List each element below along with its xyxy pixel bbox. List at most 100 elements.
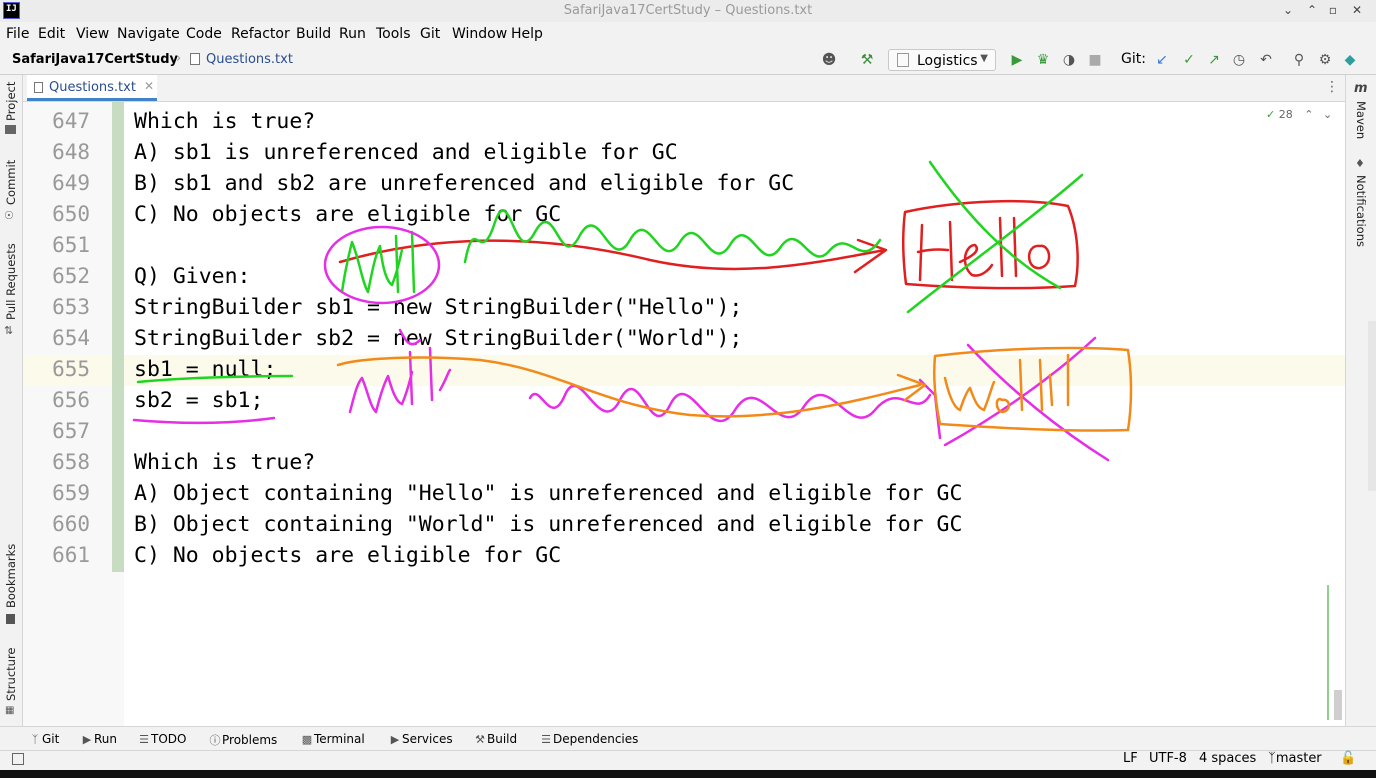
- search-icon[interactable]: ⚲: [1290, 51, 1308, 69]
- inspection-widget[interactable]: ✓ 28 ⌃ ⌄: [1266, 108, 1332, 121]
- bottom-tool-problems[interactable]: ⓘ Problems: [208, 732, 278, 748]
- bottom-tool-label: Services: [402, 732, 453, 746]
- services-icon: ▶: [390, 733, 400, 746]
- menu-edit[interactable]: Edit: [38, 26, 65, 42]
- typo-check-icon: ✓: [1266, 108, 1276, 121]
- line-number: 661: [52, 543, 90, 567]
- git-commit-icon[interactable]: ✓: [1180, 51, 1198, 69]
- code-line[interactable]: Q) Given:: [134, 264, 251, 289]
- bottom-tool-label: Dependencies: [553, 732, 639, 746]
- line-separator[interactable]: LF: [1123, 751, 1138, 766]
- indent-setting[interactable]: 4 spaces: [1199, 751, 1256, 766]
- scrollbar-thumb[interactable]: [1334, 690, 1342, 720]
- stop-icon[interactable]: ■: [1086, 51, 1104, 69]
- bottom-tool-dependencies[interactable]: ☰ Dependencies: [539, 732, 638, 746]
- inspection-count: 28: [1278, 108, 1293, 121]
- user-icon[interactable]: ☻: [820, 51, 838, 69]
- bottom-tool-label: Build: [487, 732, 518, 746]
- line-number: 655: [52, 357, 90, 381]
- git-push-icon[interactable]: ↗: [1205, 51, 1223, 69]
- git-icon: ᛉ: [31, 733, 39, 746]
- breadcrumb-file[interactable]: Questions.txt: [206, 52, 293, 67]
- bottom-tool-terminal[interactable]: ▩ Terminal: [300, 732, 365, 746]
- file-encoding[interactable]: UTF-8: [1149, 751, 1187, 766]
- menu-code[interactable]: Code: [186, 26, 222, 42]
- menu-navigate[interactable]: Navigate: [117, 26, 180, 42]
- code-line[interactable]: B) sb1 and sb2 are unreferenced and elig…: [134, 171, 794, 196]
- maximize-icon[interactable]: ▫: [1326, 3, 1340, 17]
- code-line[interactable]: A) sb1 is unreferenced and eligible for …: [134, 140, 678, 165]
- close-tab-icon[interactable]: ✕: [144, 79, 154, 93]
- menu-refactor[interactable]: Refactor: [231, 26, 290, 42]
- bottom-tool-run[interactable]: ▶ Run: [80, 732, 117, 746]
- code-line[interactable]: C) No objects are eligible for GC: [134, 543, 561, 568]
- more-options-icon[interactable]: ⋮: [1325, 79, 1339, 95]
- layout-toggle-icon[interactable]: [12, 753, 24, 765]
- code-line[interactable]: Which is true?: [134, 109, 315, 134]
- line-number: 660: [52, 512, 90, 536]
- right-tool-strip: m Maven ♦ Notifications: [1345, 75, 1376, 726]
- line-number: 654: [52, 326, 90, 350]
- restore-icon[interactable]: ⌃: [1305, 3, 1319, 17]
- rollback-icon[interactable]: ↶: [1257, 51, 1275, 69]
- navigation-bar: SafariJava17CertStudy › Questions.txt ☻ …: [0, 46, 1376, 75]
- bottom-tool-label: Problems: [222, 733, 278, 747]
- line-number: 659: [52, 481, 90, 505]
- chevron-up-icon[interactable]: ⌃: [1304, 108, 1313, 121]
- build-hammer-icon[interactable]: ⚒: [858, 51, 876, 69]
- code-line[interactable]: C) No objects are eligible for GC: [134, 202, 561, 227]
- todo-icon: ☰: [139, 733, 149, 746]
- text-file-icon: [34, 82, 43, 93]
- menu-file[interactable]: File: [6, 26, 29, 42]
- lock-icon[interactable]: 🔓: [1340, 751, 1356, 766]
- tool-tab-commit-label: Commit: [4, 159, 18, 205]
- code-line[interactable]: StringBuilder sb1 = new StringBuilder("H…: [134, 295, 742, 320]
- menu-window[interactable]: Window: [452, 26, 507, 42]
- line-number: 651: [52, 233, 90, 257]
- bottom-tool-services[interactable]: ▶ Services: [388, 732, 453, 746]
- minimize-icon[interactable]: ⌄: [1281, 3, 1295, 17]
- debug-icon[interactable]: ♛: [1034, 51, 1052, 69]
- git-update-icon[interactable]: ↙: [1153, 51, 1171, 69]
- run-icon: ▶: [82, 733, 92, 746]
- menu-view[interactable]: View: [76, 26, 109, 42]
- bottom-tool-git[interactable]: ᛉ Git: [28, 732, 60, 746]
- code-line[interactable]: A) Object containing "Hello" is unrefere…: [134, 481, 962, 506]
- line-number: 656: [52, 388, 90, 412]
- code-line[interactable]: sb2 = sb1;: [134, 388, 263, 413]
- code-line[interactable]: Which is true?: [134, 450, 315, 475]
- tool-tab-maven[interactable]: m Maven: [1346, 81, 1376, 141]
- title-bar: IJ SafariJava17CertStudy – Questions.txt…: [0, 0, 1376, 23]
- git-branch[interactable]: ᛉmaster: [1268, 751, 1322, 766]
- menu-git[interactable]: Git: [420, 26, 440, 42]
- dependencies-icon: ☰: [541, 733, 551, 746]
- code-line[interactable]: sb1 = null;: [134, 357, 276, 382]
- code-line[interactable]: B) Object containing "World" is unrefere…: [134, 512, 962, 537]
- gear-icon[interactable]: ⚙: [1316, 51, 1334, 69]
- breadcrumb-project[interactable]: SafariJava17CertStudy: [12, 52, 178, 67]
- terminal-icon: ▩: [301, 733, 313, 746]
- tab-questions-txt[interactable]: Questions.txt ✕: [27, 75, 157, 101]
- close-window-icon[interactable]: ✕: [1350, 3, 1364, 17]
- line-number: 648: [52, 140, 90, 164]
- code-line[interactable]: StringBuilder sb2 = new StringBuilder("W…: [134, 326, 742, 351]
- menu-run[interactable]: Run: [339, 26, 366, 42]
- code-with-me-icon[interactable]: ◆: [1341, 51, 1359, 69]
- line-number: 658: [52, 450, 90, 474]
- bottom-tool-build[interactable]: ⚒ Build: [473, 732, 517, 746]
- chevron-down-icon[interactable]: ⌄: [1323, 108, 1332, 121]
- line-number-gutter: [23, 102, 124, 726]
- menu-help[interactable]: Help: [511, 26, 543, 42]
- run-configuration-dropdown[interactable]: Logistics ▼: [888, 49, 996, 71]
- tool-tab-notifications[interactable]: ♦ Notifications: [1346, 157, 1376, 257]
- run-icon[interactable]: ▶: [1008, 51, 1026, 69]
- line-number: 647: [52, 109, 90, 133]
- menu-build[interactable]: Build: [296, 26, 331, 42]
- coverage-icon[interactable]: ◑: [1060, 51, 1078, 69]
- bottom-tool-todo[interactable]: ☰ TODO: [137, 732, 186, 746]
- tool-tab-structure-label: Structure: [4, 647, 18, 702]
- menu-tools[interactable]: Tools: [376, 26, 411, 42]
- line-number: 650: [52, 202, 90, 226]
- line-number: 649: [52, 171, 90, 195]
- history-icon[interactable]: ◷: [1230, 51, 1248, 69]
